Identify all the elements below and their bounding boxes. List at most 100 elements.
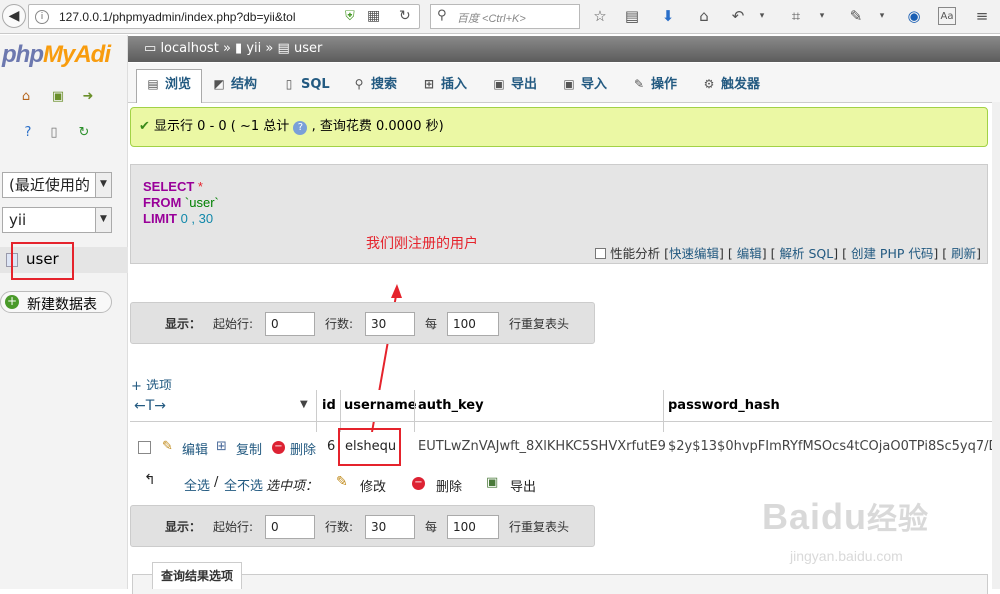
column-header-id[interactable]: id [322, 398, 336, 413]
new-table-label: 新建数据表 [27, 297, 97, 313]
column-resize-icon[interactable]: ←T→ [134, 398, 166, 414]
dropdown-icon-3[interactable]: ▾ [872, 6, 892, 26]
breadcrumb-table[interactable]: user [294, 41, 322, 56]
column-header-auth-key[interactable]: auth_key [418, 398, 484, 413]
inline-edit-link[interactable]: 快速编辑 [669, 246, 719, 261]
scrollbar[interactable] [992, 102, 1000, 589]
structure-icon: ◩ [213, 77, 225, 91]
row-copy-link[interactable]: 复制 [236, 439, 262, 458]
home-icon[interactable]: ⌂ [18, 89, 34, 105]
bulk-delete-button[interactable]: 删除 [436, 476, 462, 495]
reader-icon[interactable]: ▤ [622, 6, 642, 26]
help-icon[interactable]: ? [20, 125, 36, 141]
column-header-username[interactable]: username [344, 398, 417, 413]
breadcrumb-db[interactable]: yii [246, 41, 261, 56]
sort-arrow-icon[interactable]: ▼ [300, 399, 308, 410]
start-row-label: 起始行: [213, 317, 254, 331]
new-table-button[interactable]: + 新建数据表 [0, 291, 112, 313]
cell-auth-key[interactable]: EUTLwZnVAJwft_8XlKHKC5SHVXrfutE9 [418, 439, 666, 454]
bulk-edit-button[interactable]: 修改 [360, 476, 386, 495]
tab-operations[interactable]: ✎ 操作 [622, 69, 688, 103]
tab-triggers[interactable]: ⚙ 触发器 [692, 69, 771, 103]
tab-insert[interactable]: ⊞ 插入 [412, 69, 478, 103]
breadcrumb: ▭ localhost » ▮ yii » ▤ user [128, 36, 1000, 62]
undo-icon[interactable]: ↶ [728, 6, 748, 26]
edit-sql-link[interactable]: 编辑 [737, 246, 762, 261]
tab-sql[interactable]: ▯ SQL [272, 69, 341, 103]
crop-icon[interactable]: ⌗ [786, 6, 806, 26]
create-php-link[interactable]: 创建 PHP 代码 [851, 246, 933, 261]
search-input[interactable]: ⚲ 百度 <Ctrl+K> [430, 4, 580, 29]
back-icon[interactable]: ◀ [2, 4, 26, 28]
start-row-input[interactable]: 0 [265, 312, 315, 336]
triggers-icon: ⚙ [703, 77, 715, 91]
docs-icon[interactable]: ▯ [46, 125, 62, 141]
download-icon[interactable]: ⬇ [658, 6, 678, 26]
explain-sql-link[interactable]: 解析 SQL [780, 246, 834, 261]
browse-icon: ▤ [147, 77, 159, 91]
wrench-icon: ✎ [633, 77, 645, 91]
copy-icon: ⊞ [216, 439, 227, 454]
annotation-text: 我们刚注册的用户 [366, 236, 478, 252]
query-window-icon[interactable]: ➜ [80, 89, 96, 105]
row-delete-link[interactable]: 删除 [290, 439, 316, 458]
dropdown-icon[interactable]: ▾ [752, 6, 772, 26]
start-row-input[interactable]: 0 [265, 515, 315, 539]
rows-input[interactable]: 30 [365, 312, 415, 336]
bookmark-star-icon[interactable]: ☆ [590, 6, 610, 26]
repeat-header-input[interactable]: 100 [447, 515, 499, 539]
row-edit-link[interactable]: 编辑 [182, 439, 208, 458]
check-all-link[interactable]: 全选 [184, 475, 210, 494]
refresh-link[interactable]: 刷新 [951, 246, 976, 261]
help-icon[interactable]: ? [293, 121, 308, 135]
database-select[interactable]: yii ▼ [2, 207, 112, 233]
bulk-export-button[interactable]: 导出 [510, 476, 536, 495]
watermark-logo: Baidu经验 [762, 496, 930, 537]
tab-browse[interactable]: ▤ 浏览 [136, 69, 203, 103]
pagination-panel-top: 显示： 起始行: 0 行数: 30 每 100 行重复表头 [130, 302, 595, 344]
table-icon: ▤ [277, 41, 290, 56]
tab-import[interactable]: ▣ 导入 [552, 69, 618, 103]
reload-navigation-icon[interactable]: ↻ [76, 125, 92, 141]
tool-icon[interactable]: ✎ [846, 6, 866, 26]
arrow-up-left-icon: ↰ [144, 472, 156, 488]
phpmyadmin-logo[interactable]: phpMyAdi [2, 41, 111, 69]
url-text: 127.0.0.1/phpmyadmin/index.php?db=yii&to… [59, 10, 296, 24]
dropdown-icon-2[interactable]: ▾ [812, 6, 832, 26]
tab-bar: ▤ 浏览 ◩ 结构 ▯ SQL ⚲ 搜索 ⊞ 插入 ▣ 导出 ▣ 导入 ✎ 操作 ⚙ 触发器 [128, 63, 1000, 103]
uncheck-all-link[interactable]: 全不选 [224, 475, 263, 494]
profiling-checkbox[interactable] [595, 248, 607, 259]
server-icon: ▭ [144, 41, 157, 56]
results-table-header: ←T→ ▼ id username auth_key password_hash [130, 390, 1000, 462]
repeat-header-input[interactable]: 100 [447, 312, 499, 336]
recent-tables-select[interactable]: (最近使用的 ▼ [2, 172, 112, 198]
navigation-panel: phpMyAdi ⌂ ▣ ➜ ? ▯ ↻ (最近使用的 ▼ yii ▼ user… [0, 35, 128, 589]
text-icon[interactable]: Aa [938, 7, 956, 25]
address-bar[interactable]: i 127.0.0.1/phpmyadmin/index.php?db=yii&… [28, 4, 420, 29]
tab-search[interactable]: ⚲ 搜索 [342, 69, 408, 103]
cell-password-hash[interactable]: $2y$13$0hvpFImRYfMSOcs4tCOjaO0TPi8Sc5yq7… [668, 439, 1000, 454]
menu-icon[interactable]: ≡ [972, 6, 992, 26]
shield-icon[interactable]: ⛨ [345, 9, 355, 24]
rows-label: 行数: [325, 520, 354, 534]
cell-id: 6 [327, 439, 336, 454]
exit-icon[interactable]: ▣ [50, 89, 66, 105]
sql-line-2: FROM `user` [143, 195, 219, 210]
rows-input[interactable]: 30 [365, 515, 415, 539]
row-checkbox[interactable] [138, 441, 151, 454]
reload-icon[interactable]: ↻ [399, 8, 411, 24]
home-icon[interactable]: ⌂ [694, 6, 714, 26]
breadcrumb-server[interactable]: localhost [160, 41, 218, 56]
sql-line-1: SELECT * [143, 179, 203, 194]
plus-icon: + [5, 294, 19, 309]
qrcode-icon[interactable]: ▦ [367, 8, 380, 24]
export-icon: ▣ [493, 77, 505, 91]
results-options-legend[interactable]: 查询结果选项 [152, 562, 243, 589]
pagination-panel-bottom: 显示： 起始行: 0 行数: 30 每 100 行重复表头 [130, 505, 595, 547]
globe-icon[interactable]: ◉ [904, 6, 924, 26]
chevron-down-icon: ▼ [95, 173, 111, 197]
tab-structure[interactable]: ◩ 结构 [202, 69, 268, 103]
column-header-password-hash[interactable]: password_hash [668, 398, 780, 413]
tab-export[interactable]: ▣ 导出 [482, 69, 548, 103]
profiling-label: 性能分析 [610, 246, 661, 261]
